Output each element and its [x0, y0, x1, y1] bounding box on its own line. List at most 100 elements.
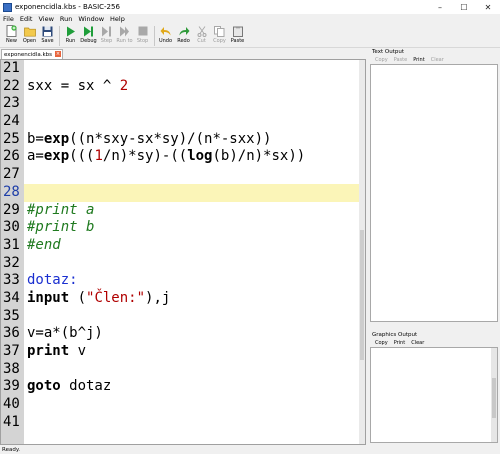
code-line[interactable]: 27	[1, 166, 361, 184]
title-bar: exponencidla.kbs - BASIC-256 – ☐ ✕	[0, 0, 500, 14]
graphics-scrollbar-thumb[interactable]	[492, 378, 496, 418]
line-number: 23	[3, 95, 20, 112]
cut-button[interactable]: Cut	[193, 24, 210, 48]
graphics-output-area[interactable]	[370, 347, 498, 443]
line-number: 28	[1, 183, 24, 202]
app-icon	[3, 2, 12, 12]
line-number: 39	[3, 378, 20, 395]
line-number: 25	[3, 130, 20, 147]
line-number: 32	[3, 254, 20, 271]
code-line[interactable]: 29 #print a	[1, 202, 361, 220]
code-line[interactable]: 32	[1, 255, 361, 273]
code-line[interactable]: 26 a=exp(((1/n)*sy)-((log(b)/n)*sx))	[1, 148, 361, 166]
code-line[interactable]: 25 b=exp((n*sxy-sx*sy)/(n*-sxx))	[1, 131, 361, 149]
copy-label: Copy	[213, 38, 226, 44]
code-line[interactable]: 41	[1, 414, 361, 432]
debug-label: Debug	[80, 38, 97, 44]
code-line[interactable]: 35	[1, 308, 361, 326]
graphics-output-title: Graphics Output	[372, 332, 418, 338]
text-output-copy-button[interactable]: Copy	[375, 56, 388, 64]
code-text: #print b	[27, 219, 95, 236]
text-output-clear-button[interactable]: Clear	[431, 56, 444, 64]
line-number: 30	[3, 219, 20, 236]
code-text: v=a*(b^j)	[27, 325, 103, 342]
text-output-paste-button[interactable]: Paste	[394, 56, 408, 64]
new-button[interactable]: New	[3, 24, 20, 48]
code-line[interactable]: 22 sxx = sx ^ 2	[1, 78, 361, 96]
text-output-title: Text Output	[372, 49, 404, 55]
menu-window[interactable]: Window	[75, 15, 107, 23]
copy-button[interactable]: Copy	[211, 24, 228, 48]
save-button[interactable]: Save	[39, 24, 56, 48]
undo-button[interactable]: Undo	[157, 24, 174, 48]
debug-icon	[83, 25, 95, 37]
code-editor[interactable]: 21 22 sxx = sx ^ 2 23 24 25 b=exp((n*sxy-sx*sy…	[0, 59, 366, 445]
code-line[interactable]: 34 input ("Člen:"),j	[1, 290, 361, 308]
undo-label: Undo	[158, 38, 173, 44]
graphics-output-print-button[interactable]: Print	[394, 339, 406, 347]
code-line[interactable]: 38	[1, 361, 361, 379]
line-number: 27	[3, 166, 20, 183]
graphics-output-clear-button[interactable]: Clear	[411, 339, 424, 347]
code-text: #end	[27, 236, 61, 253]
run-to-label: Run to	[116, 38, 133, 44]
menu-run[interactable]: Run	[57, 15, 75, 23]
step-button[interactable]: Step	[98, 24, 115, 48]
text-output-actions: Copy Paste Print Clear	[370, 56, 498, 64]
code-line[interactable]: 23	[1, 95, 361, 113]
editor-scrollbar-thumb[interactable]	[360, 230, 364, 360]
code-line[interactable]: 40	[1, 396, 361, 414]
run-to-button[interactable]: Run to	[116, 24, 133, 48]
debug-button[interactable]: Debug	[80, 24, 97, 48]
current-code-line[interactable]: 28	[1, 183, 361, 202]
paste-button[interactable]: Paste	[229, 24, 246, 48]
undo-icon	[160, 25, 172, 37]
step-icon	[101, 25, 113, 37]
stop-button[interactable]: Stop	[134, 24, 151, 48]
code-line[interactable]: 33 dotaz:	[1, 272, 361, 290]
run-to-icon	[119, 25, 131, 37]
text-output-area[interactable]	[370, 64, 498, 322]
menu-view[interactable]: View	[35, 15, 56, 23]
close-icon[interactable]: ✕	[476, 0, 500, 14]
code-line[interactable]: 39 goto dotaz	[1, 378, 361, 396]
maximize-icon[interactable]: ☐	[452, 0, 476, 14]
toolbar: New Open Save Run Debug Step Run to Stop…	[0, 24, 500, 48]
text-output-print-button[interactable]: Print	[413, 56, 425, 64]
tab-file[interactable]: exponencidla.kbs ×	[1, 49, 63, 59]
graphics-output-panel: Graphics Output Copy Print Clear	[370, 331, 498, 445]
code-line[interactable]: 37 print v	[1, 343, 361, 361]
open-label: Open	[22, 38, 37, 44]
graphics-output-copy-button[interactable]: Copy	[375, 339, 388, 347]
line-number: 29	[3, 201, 20, 218]
code-text: dotaz:	[27, 272, 78, 289]
open-button[interactable]: Open	[21, 24, 38, 48]
copy-icon	[214, 25, 226, 37]
menu-help[interactable]: Help	[107, 15, 128, 23]
menu-edit[interactable]: Edit	[17, 15, 36, 23]
code-text: input ("Člen:"),j	[27, 289, 171, 306]
graphics-scrollbar[interactable]	[491, 348, 497, 442]
code-line[interactable]: 21	[1, 60, 361, 78]
cut-label: Cut	[197, 38, 206, 44]
app-window: exponencidla.kbs - BASIC-256 – ☐ ✕ File …	[0, 0, 500, 454]
line-number: 41	[3, 413, 20, 430]
code-text: #print a	[27, 201, 95, 218]
code-line[interactable]: 31 #end	[1, 237, 361, 255]
code-line[interactable]: 24	[1, 113, 361, 131]
new-label: New	[6, 38, 17, 44]
editor-scrollbar[interactable]	[359, 60, 365, 444]
tab-close-icon[interactable]: ×	[55, 51, 61, 57]
toolbar-separator	[154, 26, 155, 46]
minimize-icon[interactable]: –	[428, 0, 452, 14]
tab-label: exponencidla.kbs	[4, 51, 52, 58]
code-line[interactable]: 36 v=a*(b^j)	[1, 325, 361, 343]
status-text: Ready.	[2, 447, 21, 453]
code-line[interactable]: 30 #print b	[1, 219, 361, 237]
redo-icon	[178, 25, 190, 37]
line-number: 35	[3, 307, 20, 324]
menu-file[interactable]: File	[0, 15, 17, 23]
redo-button[interactable]: Redo	[175, 24, 192, 48]
run-button[interactable]: Run	[62, 24, 79, 48]
line-number: 21	[3, 60, 20, 76]
